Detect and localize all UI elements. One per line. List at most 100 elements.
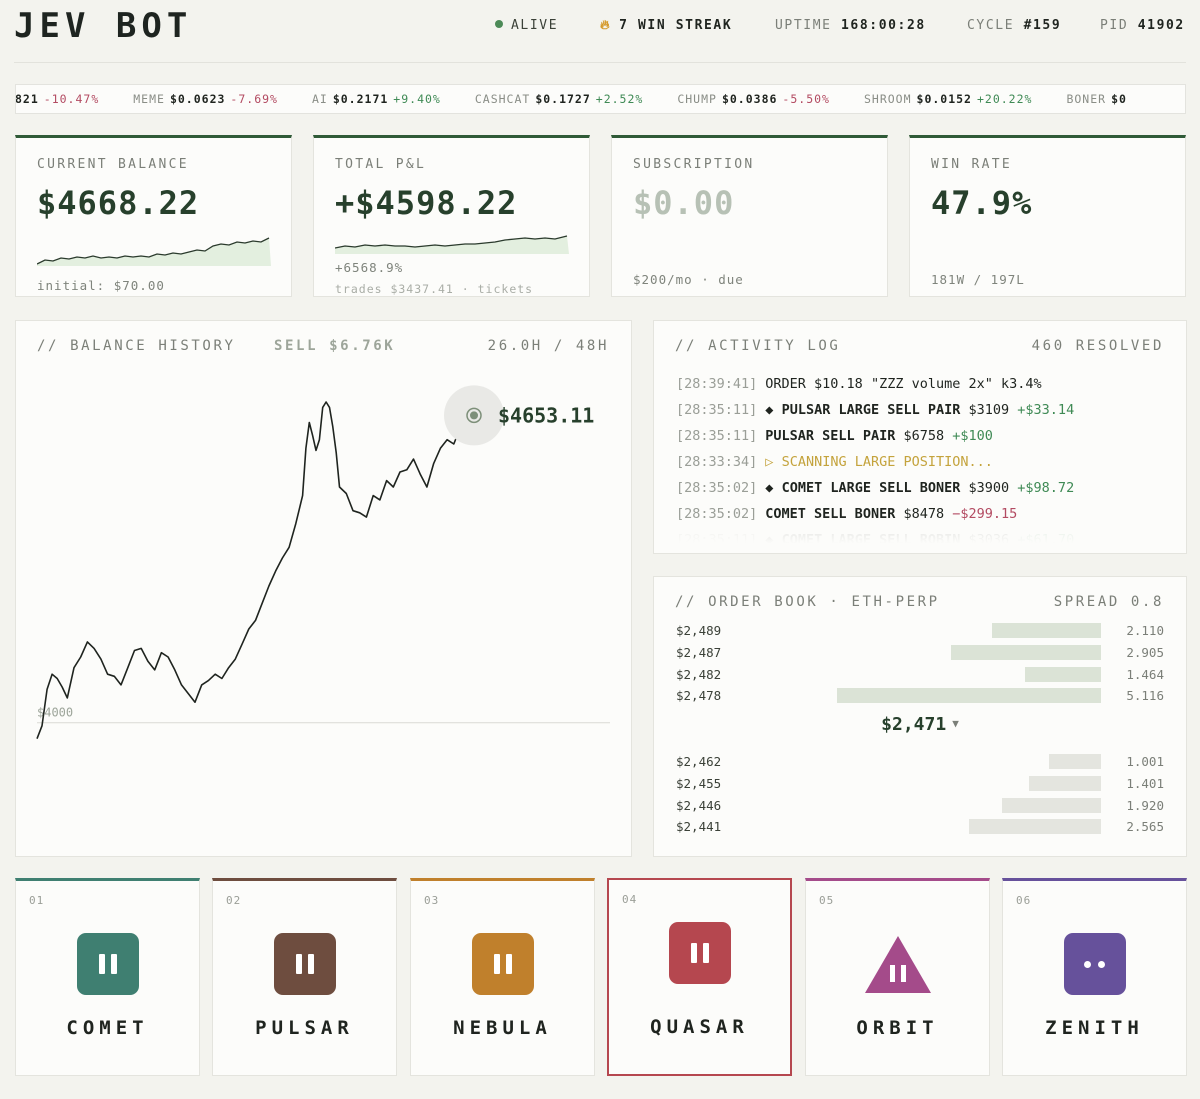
ticker-track: 821 -10.47% MEME $0.0623 -7.69% AI $0.2171 +9.4… [15,92,1166,106]
winrate-value: 47.9% [931,184,1033,222]
triangle-pause-icon[interactable] [864,933,931,995]
ticker-price: 821 [15,92,39,106]
header-divider [14,62,1186,63]
balance-history-panel: // BALANCE HISTORY SELL $6.76K 26.0H / 4… [15,320,632,857]
bot-number: 03 [424,894,440,907]
ticker-price: $0.2171 [332,92,389,106]
balance-chart: $4000 $4653.11 [36,385,610,739]
current-value-label: $4653.11 [498,403,594,427]
ask-row[interactable]: $2,489 2.110 [676,622,1164,640]
order-size: 5.116 [1126,688,1164,704]
bot-card-orbit[interactable]: 05 ORBIT [805,878,990,1076]
log-symbol: PULSAR LARGE SELL PAIR [781,402,961,418]
log-marker-icon: ▷ [765,454,774,470]
depth-bar [837,688,1101,704]
ticker-price: $0.0152 [916,92,972,106]
bot-card-quasar[interactable]: 04 QUASAR [607,878,792,1076]
bid-row[interactable]: $2,446 1.920 [676,797,1164,815]
bid-row[interactable]: $2,462 1.001 [676,753,1164,771]
log-text: SCANNING LARGE POSITION... [781,454,993,470]
log-text: $6758 [903,428,945,444]
log-fade-overlay [654,517,1186,553]
order-book-panel: // ORDER BOOK · ETH-PERP SPREAD 0.8 $2,4… [653,576,1187,857]
price-ticker: 821 -10.47% MEME $0.0623 -7.69% AI $0.2171 +9.4… [15,84,1186,114]
ticker-change: +2.52% [595,92,644,106]
ticker-price: $0.0386 [721,92,778,106]
order-price: $2,462 [676,754,722,769]
log-symbol: PULSAR SELL PAIR [765,428,896,444]
order-price: $2,478 [676,688,722,704]
log-pnl: +$100 [952,428,993,444]
pause-icon[interactable] [76,933,139,995]
bot-number: 06 [1016,894,1032,907]
ticker-item: AI $0.2171 +9.40% [312,92,441,106]
ticker-symbol: MEME [133,92,165,106]
order-book-title: // ORDER BOOK · ETH-PERP [675,594,940,610]
bot-card-pulsar[interactable]: 02 PULSAR [212,878,397,1076]
pid-value: 41902 [1137,18,1185,33]
bid-row[interactable]: $2,455 1.401 [676,775,1164,793]
order-size: 2.110 [1126,623,1164,638]
activity-log-panel: // ACTIVITY LOG 460 RESOLVED [28:39:41] O… [653,320,1187,554]
bot-card-nebula[interactable]: 03 NEBULA [410,878,595,1076]
resolved-count: 460 RESOLVED [1031,338,1164,354]
ticker-symbol: AI [311,92,328,106]
ticker-item: 821 -10.47% [15,92,99,106]
dots-icon[interactable] [1063,933,1126,995]
bot-card-comet[interactable]: 01 COMET [15,878,200,1076]
ask-row[interactable]: $2,482 1.464 [676,666,1164,684]
ticker-symbol: CHUMP [677,92,717,106]
bot-name: NEBULA [453,1017,552,1039]
ticker-item: BONER $0 [1066,92,1131,106]
winrate-card: WIN RATE 47.9% 181W / 197L [909,135,1186,297]
order-size: 1.401 [1126,775,1164,791]
bot-name: ORBIT [856,1017,939,1039]
depth-bar [951,644,1101,660]
bot-number: 02 [226,894,242,907]
balance-series-line [36,401,475,739]
order-price: $2,482 [676,666,722,682]
ticker-price: $0.0623 [169,92,226,106]
subscription-label: SUBSCRIPTION [633,157,755,172]
spread-value: SPREAD 0.8 [1053,594,1164,610]
pause-icon[interactable] [668,922,731,984]
order-price: $2,487 [676,644,722,660]
ask-row[interactable]: $2,478 5.116 [676,687,1164,705]
current-point-dot [470,411,478,420]
log-timestamp: [28:35:11] [676,428,758,444]
cycle-label: CYCLE [967,18,1015,33]
mid-price-value: $2,471 [881,714,947,735]
ask-row[interactable]: $2,487 2.905 [676,644,1164,662]
order-size: 1.464 [1126,666,1164,682]
subscription-due: $200/mo · due [633,272,744,287]
log-row: [28:35:11] ◆ PULSAR LARGE SELL PAIR $3109… [676,397,1176,423]
win-streak-text: 7 WIN STREAK [619,18,733,33]
pause-icon[interactable] [471,933,534,995]
ticker-item: CHUMP $0.0386 -5.50% [677,92,830,106]
log-row: [28:35:02] ◆ COMET LARGE SELL BONER $3900… [676,475,1176,501]
log-pnl: +$33.14 [1017,402,1075,418]
status-dot-icon [495,20,503,28]
winrate-label: WIN RATE [931,157,1013,172]
pid: PID 41902 [1100,18,1185,33]
cycle-value: #159 [1023,18,1062,33]
win-streak: 🔥︎ 7 WIN STREAK [600,18,732,33]
log-row: [28:35:11] PULSAR SELL PAIR $6758 +$100 [676,423,1176,449]
pause-icon[interactable] [273,933,336,995]
bot-number: 01 [29,894,45,907]
ticker-symbol: SHROOM [863,92,912,106]
log-text: $3900 [968,480,1010,496]
depth-bar [969,819,1101,835]
ticker-price: $0.1727 [535,92,591,106]
balance-card: CURRENT BALANCE $4668.22 initial: $70.00 [15,135,292,297]
log-timestamp: [28:33:34] [676,454,758,470]
activity-log-title: // ACTIVITY LOG [675,338,841,354]
depth-bar [1025,666,1101,682]
subscription-card: SUBSCRIPTION $0.00 $200/mo · due [611,135,888,297]
order-price: $2,446 [676,797,722,813]
bot-card-zenith[interactable]: 06 ZENITH [1002,878,1187,1076]
pnl-sparkline [335,235,569,254]
ticker-price: $0 [1111,92,1127,106]
uptime-label: UPTIME [775,18,832,33]
bid-row[interactable]: $2,441 2.565 [676,818,1164,836]
